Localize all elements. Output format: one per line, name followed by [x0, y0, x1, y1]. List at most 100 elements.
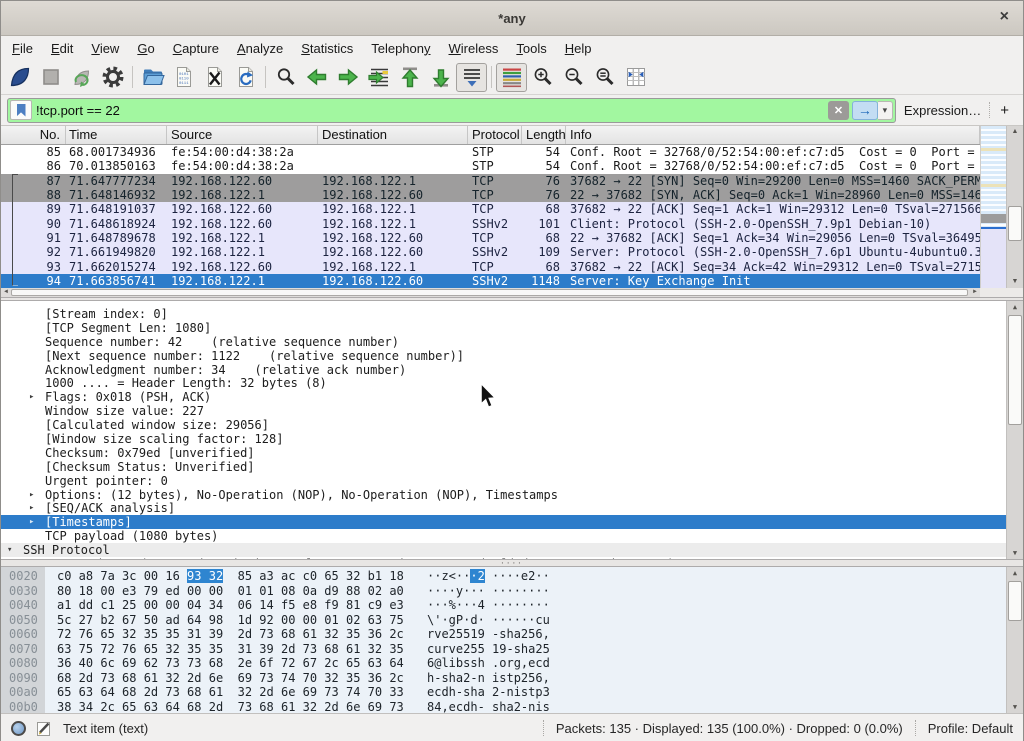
detail-row[interactable]: [TCP Segment Len: 1080]	[1, 321, 1023, 335]
close-file-icon[interactable]	[199, 63, 230, 92]
zoom-reset-icon[interactable]	[589, 63, 620, 92]
scrollbar-thumb[interactable]	[1008, 315, 1022, 425]
packet-row[interactable]: 8568.001734936fe:54:00:d4:38:2aSTP54Conf…	[1, 145, 980, 159]
expander-icon[interactable]: ▸	[29, 517, 45, 527]
save-file-icon[interactable]: 010101100111	[168, 63, 199, 92]
hex-row[interactable]: 0040a1 dd c1 25 00 00 04 34 06 14 f5 e8 …	[1, 598, 1023, 613]
hex-row[interactable]: 008036 40 6c 69 62 73 73 68 2e 6f 72 67 …	[1, 656, 1023, 671]
packet-row[interactable]: 9071.648618924192.168.122.60192.168.122.…	[1, 216, 980, 230]
add-filter-button[interactable]: +	[998, 102, 1017, 119]
detail-row[interactable]: Acknowledgment number: 34 (relative ack …	[1, 363, 1023, 377]
menu-item[interactable]: Wireless	[440, 38, 508, 59]
scroll-down-icon[interactable]: ▼	[1007, 276, 1023, 288]
packet-row[interactable]: 9271.661949820192.168.122.1192.168.122.6…	[1, 245, 980, 259]
hex-row[interactable]: 009068 2d 73 68 61 32 2d 6e 69 73 74 70 …	[1, 671, 1023, 686]
scroll-up-icon[interactable]: ▲	[1007, 567, 1023, 579]
go-forward-icon[interactable]	[332, 63, 363, 92]
menu-item[interactable]: Tools	[507, 38, 555, 59]
detail-row[interactable]: ▸SSH Version 2 (encryption:chacha20-poly…	[1, 557, 1023, 559]
resize-columns-icon[interactable]	[620, 63, 651, 92]
detail-row[interactable]: ▸[Timestamps]	[1, 515, 1023, 529]
go-back-icon[interactable]	[301, 63, 332, 92]
hex-row[interactable]: 007063 75 72 76 65 32 35 35 31 39 2d 73 …	[1, 642, 1023, 657]
detail-row[interactable]: TCP payload (1080 bytes)	[1, 529, 1023, 543]
detail-row[interactable]: ▸Options: (12 bytes), No-Operation (NOP)…	[1, 488, 1023, 502]
scroll-up-icon[interactable]: ▲	[1007, 126, 1023, 138]
hex-row[interactable]: 003080 18 00 e3 79 ed 00 00 01 01 08 0a …	[1, 584, 1023, 599]
profile-status[interactable]: Profile: Default	[928, 721, 1013, 736]
apply-filter-icon[interactable]: →	[852, 101, 878, 120]
scroll-up-icon[interactable]: ▲	[1007, 301, 1023, 313]
expander-icon[interactable]: ▸	[29, 490, 45, 500]
detail-row[interactable]: ▸[SEQ/ACK analysis]	[1, 501, 1023, 515]
close-window-button[interactable]: ×	[1000, 8, 1009, 26]
open-file-icon[interactable]	[137, 63, 168, 92]
detail-row[interactable]: ▸Flags: 0x018 (PSH, ACK)	[1, 390, 1023, 404]
column-header[interactable]: Destination	[318, 126, 468, 144]
detail-row[interactable]: [Next sequence number: 1122 (relative se…	[1, 349, 1023, 363]
detail-row[interactable]: ▾SSH Protocol	[1, 543, 1023, 557]
detail-row[interactable]: 1000 .... = Header Length: 32 bytes (8)	[1, 376, 1023, 390]
menu-item[interactable]: Go	[128, 38, 163, 59]
stop-capture-icon[interactable]	[35, 63, 66, 92]
packet-row[interactable]: 8871.648146932192.168.122.1192.168.122.6…	[1, 188, 980, 202]
expander-icon[interactable]: ▾	[7, 545, 23, 555]
scrollbar-thumb[interactable]	[1008, 581, 1022, 621]
packet-list-scrollbar[interactable]: ▲ ▼	[1006, 126, 1023, 288]
clear-filter-icon[interactable]: ✕	[828, 101, 849, 120]
detail-row[interactable]: Checksum: 0x79ed [unverified]	[1, 446, 1023, 460]
find-packet-icon[interactable]	[270, 63, 301, 92]
details-scrollbar[interactable]: ▲ ▼	[1006, 301, 1023, 559]
column-header[interactable]: Protocol	[468, 126, 522, 144]
scroll-down-icon[interactable]: ▼	[1007, 701, 1023, 713]
start-capture-icon[interactable]	[4, 63, 35, 92]
column-header[interactable]: Length	[522, 126, 566, 144]
auto-scroll-icon[interactable]	[456, 63, 487, 92]
filter-value[interactable]: !tcp.port == 22	[36, 103, 828, 118]
filter-bookmark-button[interactable]	[10, 100, 32, 120]
packet-list-hscrollbar[interactable]: ◄ ►	[1, 288, 980, 297]
pane-splitter[interactable]: ····	[1, 559, 1023, 567]
go-last-packet-icon[interactable]	[425, 63, 456, 92]
zoom-out-icon[interactable]	[558, 63, 589, 92]
packet-list-minimap[interactable]	[980, 126, 1006, 288]
packet-row[interactable]: 9371.662015274192.168.122.60192.168.122.…	[1, 259, 980, 273]
packet-row[interactable]: 9171.648789678192.168.122.1192.168.122.6…	[1, 231, 980, 245]
menu-item[interactable]: Analyze	[228, 38, 292, 59]
expert-info-icon[interactable]	[11, 721, 26, 736]
restart-capture-icon[interactable]	[66, 63, 97, 92]
capture-options-icon[interactable]	[97, 63, 128, 92]
hex-row[interactable]: 00b038 34 2c 65 63 64 68 2d 73 68 61 32 …	[1, 700, 1023, 714]
packet-row[interactable]: 9471.663856741192.168.122.1192.168.122.6…	[1, 274, 980, 288]
expander-icon[interactable]: ▸	[29, 392, 45, 402]
detail-row[interactable]: Window size value: 227	[1, 404, 1023, 418]
detail-row[interactable]: Urgent pointer: 0	[1, 474, 1023, 488]
zoom-in-icon[interactable]	[527, 63, 558, 92]
menu-item[interactable]: Edit	[42, 38, 82, 59]
reload-file-icon[interactable]	[230, 63, 261, 92]
menu-item[interactable]: View	[82, 38, 128, 59]
go-first-packet-icon[interactable]	[394, 63, 425, 92]
scrollbar-thumb[interactable]	[1008, 206, 1022, 241]
column-header[interactable]: Info	[566, 126, 980, 144]
column-header[interactable]: Source	[167, 126, 318, 144]
hex-row[interactable]: 00505c 27 b2 67 50 ad 64 98 1d 92 00 00 …	[1, 613, 1023, 628]
hex-scrollbar[interactable]: ▲ ▼	[1006, 567, 1023, 713]
packet-row[interactable]: 8771.647777234192.168.122.60192.168.122.…	[1, 174, 980, 188]
colorize-icon[interactable]	[496, 63, 527, 92]
hex-row[interactable]: 00a065 63 64 68 2d 73 68 61 32 2d 6e 69 …	[1, 685, 1023, 700]
menu-item[interactable]: Statistics	[292, 38, 362, 59]
go-to-packet-icon[interactable]	[363, 63, 394, 92]
detail-row[interactable]: [Checksum Status: Unverified]	[1, 460, 1023, 474]
detail-row[interactable]: [Calculated window size: 29056]	[1, 418, 1023, 432]
hex-row[interactable]: 006072 76 65 32 35 35 31 39 2d 73 68 61 …	[1, 627, 1023, 642]
column-header[interactable]: Time	[66, 126, 167, 144]
menu-item[interactable]: Capture	[164, 38, 228, 59]
detail-row[interactable]: [Stream index: 0]	[1, 307, 1023, 321]
menu-item[interactable]: File	[3, 38, 42, 59]
packet-row[interactable]: 8670.013850163fe:54:00:d4:38:2aSTP54Conf…	[1, 159, 980, 173]
packet-row[interactable]: 8971.648191037192.168.122.60192.168.122.…	[1, 202, 980, 216]
capture-comment-icon[interactable]	[36, 720, 53, 737]
hex-row[interactable]: 0020c0 a8 7a 3c 00 16 93 32 85 a3 ac c0 …	[1, 569, 1023, 584]
detail-row[interactable]: [Window size scaling factor: 128]	[1, 432, 1023, 446]
